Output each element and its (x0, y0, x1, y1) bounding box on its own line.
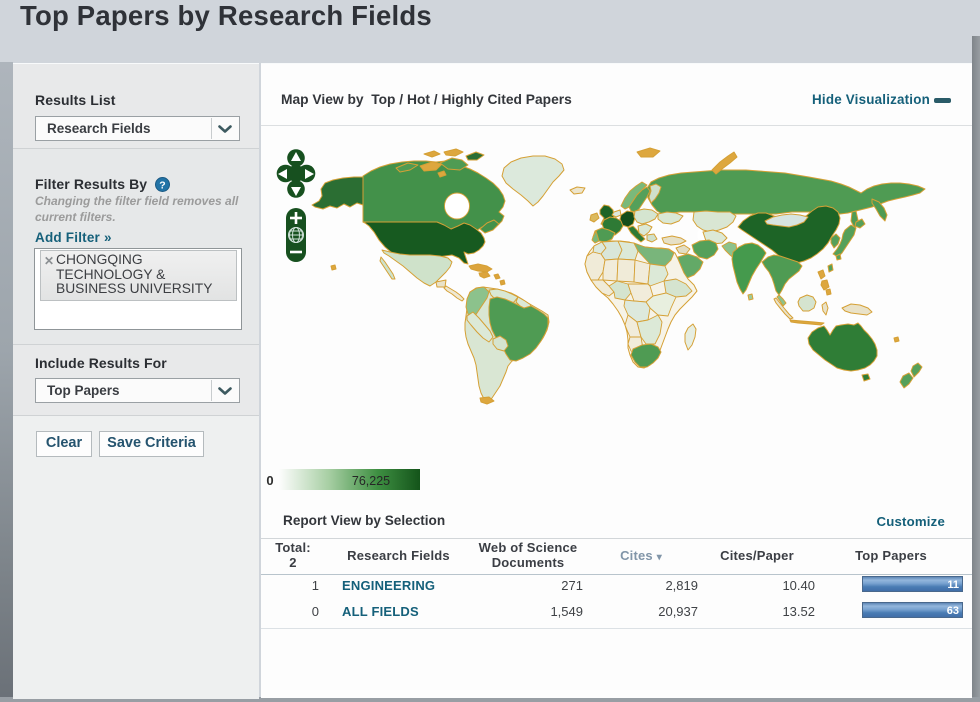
svg-text:?: ? (159, 179, 166, 191)
svg-text:76,225: 76,225 (352, 474, 390, 488)
svg-text:0: 0 (266, 473, 273, 488)
